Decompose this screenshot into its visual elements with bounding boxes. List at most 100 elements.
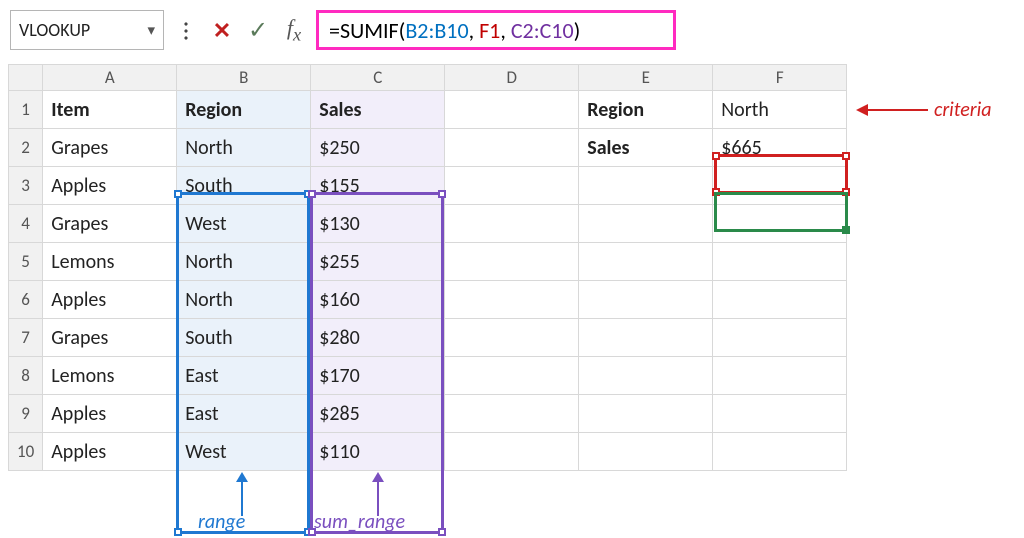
spreadsheet-grid[interactable]: A B C D E F 1 Item Region Sales Region N… bbox=[8, 64, 847, 471]
cell-E9[interactable] bbox=[579, 395, 713, 433]
cell-B5[interactable]: North bbox=[177, 243, 311, 281]
range-label: range bbox=[198, 510, 245, 534]
col-header-B[interactable]: B bbox=[177, 65, 311, 91]
cell-D6[interactable] bbox=[445, 281, 579, 319]
cell-A2[interactable]: Grapes bbox=[43, 129, 177, 167]
row-header-9[interactable]: 9 bbox=[9, 395, 43, 433]
cell-E5[interactable] bbox=[579, 243, 713, 281]
cell-F1[interactable]: North bbox=[713, 91, 847, 129]
cell-A1[interactable]: Item bbox=[43, 91, 177, 129]
colon-icon: ●●● bbox=[172, 16, 200, 44]
cell-C8[interactable]: $170 bbox=[311, 357, 445, 395]
cell-C5[interactable]: $255 bbox=[311, 243, 445, 281]
row-header-3[interactable]: 3 bbox=[9, 167, 43, 205]
name-box[interactable]: VLOOKUP ▾ bbox=[10, 10, 164, 50]
cell-D8[interactable] bbox=[445, 357, 579, 395]
row-header-7[interactable]: 7 bbox=[9, 319, 43, 357]
cell-B8[interactable]: East bbox=[177, 357, 311, 395]
cell-F6[interactable] bbox=[713, 281, 847, 319]
cell-A3[interactable]: Apples bbox=[43, 167, 177, 205]
formula-arg3: C2:C10 bbox=[511, 17, 574, 44]
cell-F10[interactable] bbox=[713, 433, 847, 471]
arrow-up-blue-icon bbox=[232, 472, 252, 516]
formula-arg2: F1 bbox=[479, 17, 500, 44]
cell-F5[interactable] bbox=[713, 243, 847, 281]
formula-bar-area: VLOOKUP ▾ ●●● ✕ ✓ fx = SUMIF ( B2:B10 , … bbox=[0, 0, 1024, 62]
chevron-down-icon[interactable]: ▾ bbox=[147, 21, 155, 40]
cell-B3[interactable]: South bbox=[177, 167, 311, 205]
formula-input[interactable]: = SUMIF ( B2:B10 , F1 , C2:C10 ) bbox=[316, 10, 676, 50]
cell-C1[interactable]: Sales bbox=[311, 91, 445, 129]
cell-A6[interactable]: Apples bbox=[43, 281, 177, 319]
enter-icon[interactable]: ✓ bbox=[244, 16, 272, 44]
cell-A7[interactable]: Grapes bbox=[43, 319, 177, 357]
cell-C10[interactable]: $110 bbox=[311, 433, 445, 471]
formula-fn: SUMIF bbox=[340, 17, 399, 44]
cell-F3[interactable] bbox=[713, 167, 847, 205]
cell-D1[interactable] bbox=[445, 91, 579, 129]
cell-E8[interactable] bbox=[579, 357, 713, 395]
cell-B7[interactable]: South bbox=[177, 319, 311, 357]
cell-C9[interactable]: $285 bbox=[311, 395, 445, 433]
cell-E10[interactable] bbox=[579, 433, 713, 471]
col-header-C[interactable]: C bbox=[311, 65, 445, 91]
row-header-6[interactable]: 6 bbox=[9, 281, 43, 319]
row-header-2[interactable]: 2 bbox=[9, 129, 43, 167]
cell-D3[interactable] bbox=[445, 167, 579, 205]
cell-B1[interactable]: Region bbox=[177, 91, 311, 129]
row-header-5[interactable]: 5 bbox=[9, 243, 43, 281]
formula-close: ) bbox=[574, 17, 581, 44]
cell-B4[interactable]: West bbox=[177, 205, 311, 243]
sum-range-label: sum_range bbox=[314, 510, 405, 534]
cell-E2[interactable]: Sales bbox=[579, 129, 713, 167]
select-all-corner[interactable] bbox=[9, 65, 43, 91]
criteria-label: criteria bbox=[934, 98, 992, 122]
cell-A4[interactable]: Grapes bbox=[43, 205, 177, 243]
cell-D2[interactable] bbox=[445, 129, 579, 167]
arrow-up-purple-icon bbox=[368, 472, 388, 516]
cell-E1[interactable]: Region bbox=[579, 91, 713, 129]
row-header-4[interactable]: 4 bbox=[9, 205, 43, 243]
cell-B2[interactable]: North bbox=[177, 129, 311, 167]
cell-B10[interactable]: West bbox=[177, 433, 311, 471]
cell-A9[interactable]: Apples bbox=[43, 395, 177, 433]
insert-function-icon[interactable]: fx bbox=[280, 16, 308, 44]
cell-D5[interactable] bbox=[445, 243, 579, 281]
row-header-8[interactable]: 8 bbox=[9, 357, 43, 395]
cell-F8[interactable] bbox=[713, 357, 847, 395]
cell-A10[interactable]: Apples bbox=[43, 433, 177, 471]
cell-C7[interactable]: $280 bbox=[311, 319, 445, 357]
arrow-left-red-icon bbox=[856, 100, 928, 120]
cell-C4[interactable]: $130 bbox=[311, 205, 445, 243]
cell-F7[interactable] bbox=[713, 319, 847, 357]
cell-A8[interactable]: Lemons bbox=[43, 357, 177, 395]
cell-D10[interactable] bbox=[445, 433, 579, 471]
name-box-value: VLOOKUP bbox=[19, 19, 90, 41]
cell-F2[interactable]: $665 bbox=[713, 129, 847, 167]
cell-D9[interactable] bbox=[445, 395, 579, 433]
formula-arg1: B2:B10 bbox=[405, 17, 468, 44]
cell-E4[interactable] bbox=[579, 205, 713, 243]
cell-C2[interactable]: $250 bbox=[311, 129, 445, 167]
col-header-D[interactable]: D bbox=[445, 65, 579, 91]
row-header-10[interactable]: 10 bbox=[9, 433, 43, 471]
col-header-F[interactable]: F bbox=[713, 65, 847, 91]
cell-D7[interactable] bbox=[445, 319, 579, 357]
cell-E3[interactable] bbox=[579, 167, 713, 205]
formula-sep2: , bbox=[500, 17, 510, 44]
cell-F4[interactable] bbox=[713, 205, 847, 243]
col-header-E[interactable]: E bbox=[579, 65, 713, 91]
cell-C3[interactable]: $155 bbox=[311, 167, 445, 205]
cancel-icon[interactable]: ✕ bbox=[208, 16, 236, 44]
cell-C6[interactable]: $160 bbox=[311, 281, 445, 319]
formula-sep1: , bbox=[469, 17, 479, 44]
cell-B9[interactable]: East bbox=[177, 395, 311, 433]
row-header-1[interactable]: 1 bbox=[9, 91, 43, 129]
cell-E6[interactable] bbox=[579, 281, 713, 319]
cell-E7[interactable] bbox=[579, 319, 713, 357]
cell-D4[interactable] bbox=[445, 205, 579, 243]
cell-B6[interactable]: North bbox=[177, 281, 311, 319]
cell-F9[interactable] bbox=[713, 395, 847, 433]
col-header-A[interactable]: A bbox=[43, 65, 177, 91]
cell-A5[interactable]: Lemons bbox=[43, 243, 177, 281]
